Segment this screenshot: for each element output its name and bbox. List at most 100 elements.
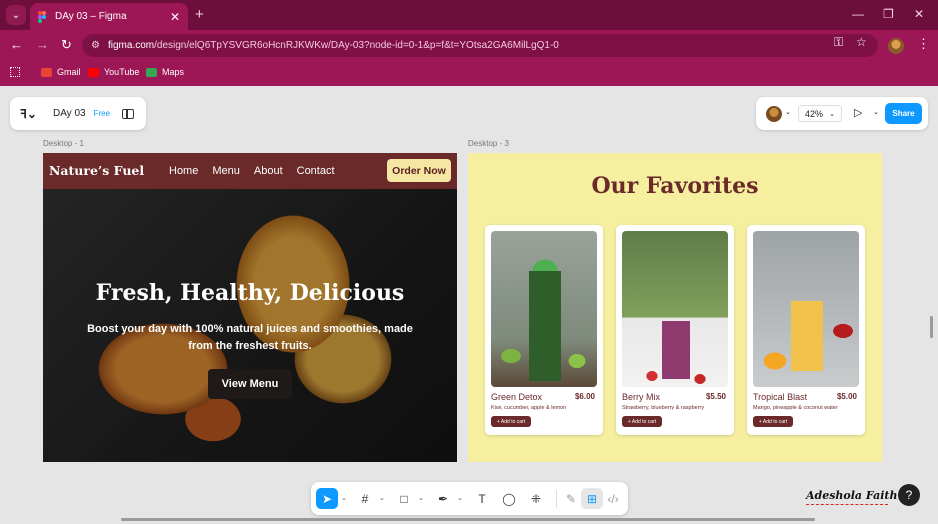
restore-icon[interactable]: ❐ [883, 7, 894, 21]
bookmark-label: Gmail [57, 67, 81, 77]
apps-grid-icon[interactable] [10, 67, 20, 77]
hero-subtitle: Boost your day with 100% natural juices … [87, 323, 413, 352]
design-mode-icon[interactable]: ⊞ [581, 488, 603, 509]
figma-favicon-icon [38, 10, 47, 23]
nav-link-home[interactable]: Home [169, 165, 198, 177]
green-detox-image [491, 231, 597, 387]
vertical-scrollbar[interactable] [930, 316, 933, 338]
password-key-icon[interactable]: ⚿ [834, 35, 843, 50]
chevron-down-icon: ⌄ [829, 110, 835, 118]
bookmark-gmail[interactable]: Gmail [41, 67, 81, 77]
nav-link-about[interactable]: About [254, 165, 283, 177]
browser-tab[interactable]: DAy 03 – Figma ✕ [30, 3, 188, 30]
site-nav-links: Home Menu About Contact [169, 165, 335, 177]
frame-tool-icon[interactable]: # [354, 488, 376, 509]
profile-avatar[interactable] [888, 38, 904, 54]
zoom-dropdown[interactable]: 42% ⌄ [798, 105, 842, 122]
hero-title: Fresh, Healthy, Delicious [95, 280, 405, 306]
product-name: Green Detox [491, 392, 543, 402]
product-desc: Strawberry, blueberry & raspberry [622, 405, 705, 411]
url-omnibox[interactable]: ⚙ figma.com/design/elQ6TpYSVGR6oHcnRJKWK… [82, 34, 878, 57]
product-price: $6.00 [574, 392, 595, 401]
comment-tool-icon[interactable]: ◯ [498, 488, 520, 509]
product-name: Berry Mix [622, 392, 660, 402]
zoom-value: 42% [805, 108, 824, 119]
share-button[interactable]: Share [885, 103, 922, 124]
plan-badge: Free [93, 109, 111, 118]
pen-tool-icon[interactable]: ✒ [432, 488, 454, 509]
window-close-icon[interactable]: ✕ [914, 7, 924, 21]
file-name[interactable]: DAy 03 [53, 108, 86, 119]
product-card[interactable]: Green Detox $6.00 Kiwi, cucumber, apple … [485, 225, 603, 435]
maps-icon [146, 67, 157, 77]
url-host: figma.com [108, 40, 155, 51]
product-price: $5.50 [705, 392, 726, 401]
tools-toolbar: ➤ ⌄ # ⌄ □ ⌄ ✒ ⌄ T ◯ ⁜ ✎ ⊞ ‹/› [311, 482, 628, 515]
add-to-cart-button[interactable]: + Add to cart [491, 416, 531, 427]
youtube-icon [88, 67, 99, 77]
nav-link-contact[interactable]: Contact [297, 165, 335, 177]
add-to-cart-button[interactable]: + Add to cart [753, 416, 793, 427]
order-now-button[interactable]: Order Now [387, 159, 451, 182]
forward-icon[interactable]: → [36, 37, 49, 52]
favorites-title: Our Favorites [591, 173, 759, 199]
product-desc: Kiwi, cucumber, apple & lemon [491, 405, 567, 411]
bookmark-label: YouTube [104, 67, 140, 77]
bookmark-maps[interactable]: Maps [146, 67, 184, 77]
frame-desktop-1[interactable]: Nature’s Fuel Home Menu About Contact Or… [43, 153, 457, 462]
chevron-down-icon[interactable]: ⌄ [785, 108, 791, 116]
toggle-ui-icon[interactable] [122, 108, 135, 119]
site-info-icon[interactable]: ⚙ [91, 40, 100, 51]
back-icon[interactable]: ← [10, 37, 23, 52]
new-tab-icon[interactable]: + [195, 6, 204, 23]
figma-canvas[interactable]: ꟻ⌄ DAy 03 Free ⌄ 42% ⌄ ▷ ⌄ Share Desktop … [0, 86, 938, 524]
nav-link-menu[interactable]: Menu [212, 165, 240, 177]
tropical-blast-image [753, 231, 859, 387]
gmail-icon [41, 67, 52, 77]
product-card[interactable]: Berry Mix $5.50 Strawberry, blueberry & … [616, 225, 734, 435]
address-bar-row: ← → ↻ ⚙ figma.com/design/elQ6TpYSVGR6oHc… [0, 30, 938, 61]
product-name: Tropical Blast [753, 392, 808, 402]
chevron-down-icon[interactable]: ⌄ [457, 494, 463, 502]
figma-menu-icon[interactable]: ꟻ⌄ [20, 107, 37, 121]
horizontal-scrollbar[interactable] [121, 518, 815, 521]
berry-mix-image [622, 231, 728, 387]
product-desc: Mango, pineapple & coconut water [753, 405, 838, 411]
share-panel: ⌄ 42% ⌄ ▷ ⌄ Share [756, 97, 928, 130]
minimize-icon[interactable]: — [852, 7, 864, 21]
dev-mode-icon[interactable]: ‹/› [602, 488, 624, 509]
actions-tool-icon[interactable]: ⁜ [525, 488, 547, 509]
chevron-down-icon[interactable]: ⌄ [418, 494, 424, 502]
browser-tab-bar: ⌄ DAy 03 – Figma ✕ + — ❐ ✕ [0, 0, 938, 30]
bookmarks-bar: Gmail YouTube Maps [0, 61, 938, 86]
help-icon[interactable]: ? [898, 484, 920, 506]
bookmark-star-icon[interactable]: ☆ [856, 35, 867, 49]
frame-desktop-3[interactable]: Our Favorites Green Detox $6.00 Kiwi, cu… [468, 153, 882, 462]
file-panel: ꟻ⌄ DAy 03 Free [10, 97, 146, 130]
present-play-icon[interactable]: ▷ [854, 106, 862, 119]
tab-close-icon[interactable]: ✕ [170, 10, 180, 24]
text-tool-icon[interactable]: T [471, 488, 493, 509]
frame-label-desktop-3[interactable]: Desktop - 3 [468, 139, 509, 148]
tab-title: DAy 03 – Figma [55, 11, 127, 22]
product-card[interactable]: Tropical Blast $5.00 Mango, pineapple & … [747, 225, 865, 435]
browser-menu-icon[interactable]: ⋮ [917, 36, 930, 52]
move-tool-icon[interactable]: ➤ [316, 488, 338, 509]
view-menu-button[interactable]: View Menu [208, 369, 292, 399]
reload-icon[interactable]: ↻ [61, 37, 72, 53]
user-avatar[interactable] [766, 106, 782, 122]
toolbar-divider [556, 490, 557, 508]
bookmark-youtube[interactable]: YouTube [88, 67, 139, 77]
chevron-down-icon[interactable]: ⌄ [341, 494, 347, 502]
site-navbar: Nature’s Fuel Home Menu About Contact Or… [43, 153, 457, 189]
tab-search-chevron-icon[interactable]: ⌄ [6, 5, 26, 25]
url-path: /design/elQ6TpYSVGR6oHcnRJKWKw/DAy-03?no… [154, 40, 559, 51]
chevron-down-icon[interactable]: ⌄ [379, 494, 385, 502]
draw-mode-icon[interactable]: ✎ [560, 488, 582, 509]
add-to-cart-button[interactable]: + Add to cart [622, 416, 662, 427]
product-price: $5.00 [836, 392, 857, 401]
chevron-down-icon[interactable]: ⌄ [873, 108, 879, 116]
frame-label-desktop-1[interactable]: Desktop - 1 [43, 139, 84, 148]
rectangle-tool-icon[interactable]: □ [393, 488, 415, 509]
signature-watermark: Adeshola Faith [806, 489, 898, 505]
